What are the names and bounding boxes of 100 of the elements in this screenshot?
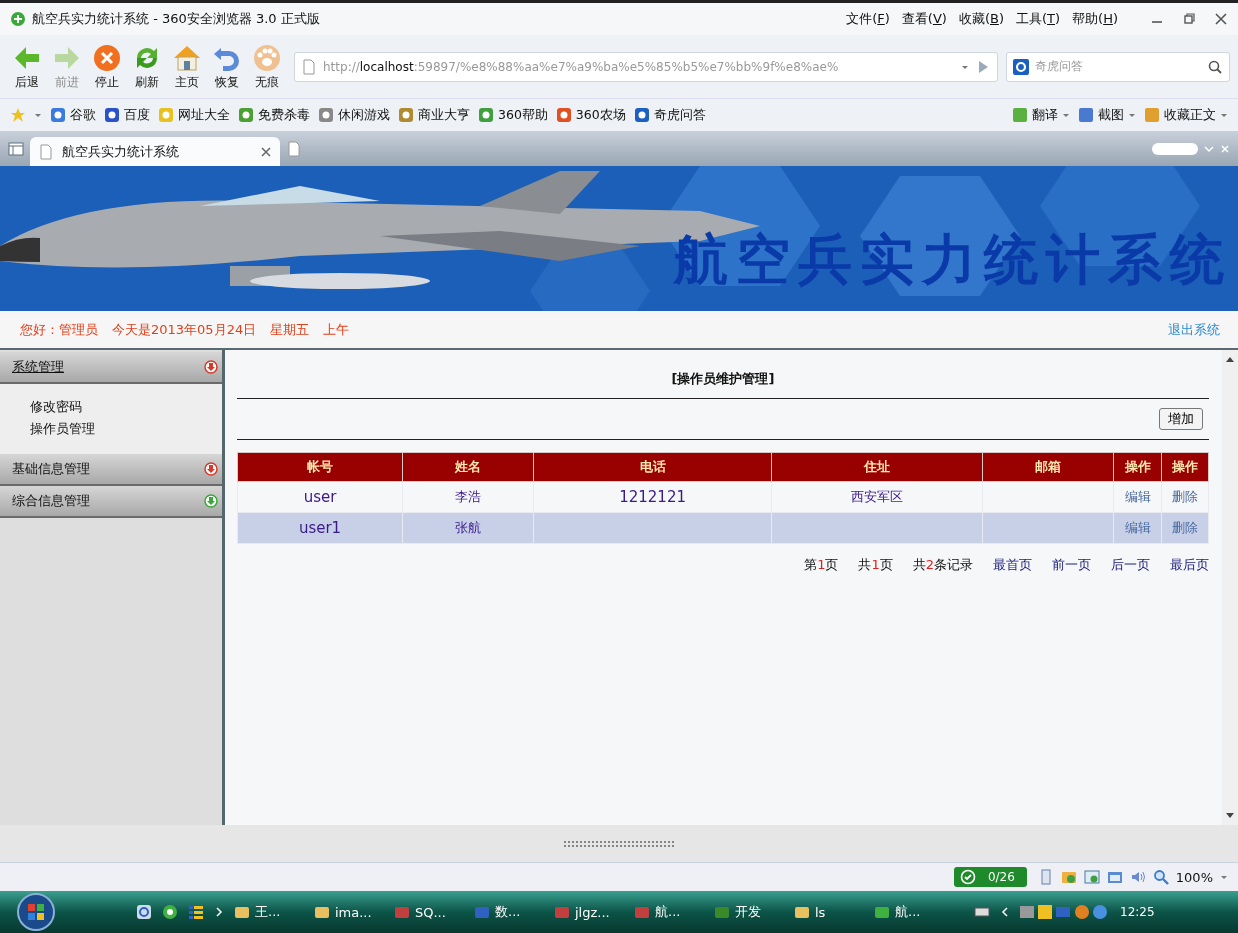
search-engine-icon[interactable] xyxy=(1013,58,1029,75)
page-link[interactable]: 后一页 xyxy=(1111,556,1150,574)
bookmark-link[interactable]: 360帮助 xyxy=(478,106,548,124)
sidebar-group-header[interactable]: 综合信息管理 xyxy=(0,486,222,518)
back-button[interactable]: 后退 xyxy=(8,42,46,91)
menu-item[interactable]: 查看(V) xyxy=(901,10,947,28)
taskbar-item[interactable]: ima... xyxy=(314,904,384,920)
page-link[interactable]: 最首页 xyxy=(993,556,1032,574)
new-tab-icon[interactable] xyxy=(286,140,302,157)
site-icon xyxy=(50,107,66,123)
stop-button[interactable]: 停止 xyxy=(88,42,126,91)
scroll-down-icon[interactable] xyxy=(1226,813,1234,819)
logout-link[interactable]: 退出系统 xyxy=(1168,320,1220,339)
sidebar-group-header[interactable]: 基础信息管理 xyxy=(0,454,222,486)
weekday-text: 星期五 xyxy=(270,320,310,339)
address-bar[interactable]: http://localhost:59897/%e8%88%aa%e7%a9%ba%e5%85%b5%e7%bb%9f%e8%ae% xyxy=(294,51,998,82)
bookmark-link[interactable]: 商业大亨 xyxy=(398,106,470,124)
column-header: 操作 xyxy=(1161,452,1209,482)
scroll-up-icon[interactable] xyxy=(1226,356,1234,362)
sidebar-group-header[interactable]: 系统管理 xyxy=(0,352,222,384)
column-header: 邮箱 xyxy=(982,452,1114,482)
tool-button[interactable]: 收藏正文 xyxy=(1144,106,1228,124)
page-heading: [操作员维护管理] xyxy=(670,370,776,388)
zoom-level[interactable]: 100% xyxy=(1175,869,1213,885)
table-row[interactable]: user1 张航 编辑 删除 xyxy=(237,512,1209,544)
window-icon[interactable] xyxy=(1083,869,1100,885)
bookmark-link[interactable]: 360农场 xyxy=(555,106,626,124)
incognito-button[interactable]: 无痕 xyxy=(248,42,286,91)
sidebar-item[interactable]: 修改密码 xyxy=(30,398,192,416)
app-icon xyxy=(794,904,810,920)
site-icon xyxy=(104,107,120,123)
taskbar-item[interactable]: SQ... xyxy=(394,904,464,920)
table-cell: 李浩 xyxy=(455,489,482,504)
restore-icon[interactable] xyxy=(1182,12,1196,26)
menu-item[interactable]: 收藏(B) xyxy=(958,10,1004,28)
zoom-icon[interactable] xyxy=(1152,869,1169,885)
table-row[interactable]: user 李浩 1212121 西安军区 编辑 删除 xyxy=(237,481,1209,513)
page-icon xyxy=(301,58,317,75)
expand-icon[interactable] xyxy=(204,462,218,476)
bookmark-link[interactable]: 谷歌 xyxy=(50,106,96,124)
scrollbar[interactable] xyxy=(1222,350,1238,825)
list-icon[interactable] xyxy=(188,904,204,920)
stop-icon xyxy=(91,42,123,74)
tray-icons-drawing[interactable] xyxy=(1020,904,1110,920)
start-button[interactable] xyxy=(16,892,56,932)
tool-button[interactable]: 翻译 xyxy=(1012,106,1070,124)
menu-item[interactable]: 文件(F) xyxy=(846,10,890,28)
bookmark-link[interactable]: 网址大全 xyxy=(158,106,230,124)
taskbar-item[interactable]: jlgz... xyxy=(554,904,624,920)
speaker-icon[interactable] xyxy=(1129,869,1146,885)
download-folder-icon[interactable] xyxy=(1060,869,1077,885)
taskbar-item[interactable]: 航... xyxy=(874,903,944,921)
app-icon xyxy=(314,904,330,920)
bookmark-link[interactable]: 免费杀毒 xyxy=(238,106,310,124)
sidebar-item[interactable]: 操作员管理 xyxy=(30,420,192,438)
counter-badge[interactable]: 0/26 xyxy=(953,867,1027,887)
browser-icon[interactable] xyxy=(162,904,178,920)
taskbar-item[interactable]: 开发 xyxy=(714,903,784,921)
column-header: 电话 xyxy=(533,452,772,482)
restore-button[interactable]: 恢复 xyxy=(208,42,246,91)
site-icon xyxy=(478,107,494,123)
keyboard-icon[interactable] xyxy=(974,904,990,920)
bookmark-link[interactable]: 百度 xyxy=(104,106,150,124)
table-cell: 1212121 xyxy=(619,488,686,506)
caret-icon[interactable] xyxy=(1220,873,1228,881)
search-icon[interactable] xyxy=(1207,58,1223,75)
site-icon xyxy=(398,107,414,123)
page-link[interactable]: 最后页 xyxy=(1170,556,1209,574)
expand-icon[interactable] xyxy=(204,360,218,374)
taskbar-item[interactable]: 数... xyxy=(474,903,544,921)
grip-handle-icon[interactable] xyxy=(563,839,675,848)
bookmark-link[interactable]: 奇虎问答 xyxy=(633,106,706,124)
add-button[interactable]: 增加 xyxy=(1159,408,1203,430)
app-icon xyxy=(394,904,410,920)
close-icon[interactable] xyxy=(1214,12,1228,26)
table-cell: 西安军区 xyxy=(850,489,903,504)
chevron-left-icon[interactable] xyxy=(1000,907,1010,917)
menu-item[interactable]: 帮助(H) xyxy=(1072,10,1118,28)
bookmark-link[interactable]: 休闲游戏 xyxy=(318,106,390,124)
table-cell: user xyxy=(303,488,337,506)
expand-icon[interactable] xyxy=(204,494,218,508)
app-icon xyxy=(234,904,250,920)
window-icon[interactable] xyxy=(1106,869,1123,885)
column-header: 帐号 xyxy=(237,452,403,482)
tool-button[interactable]: 截图 xyxy=(1078,106,1136,124)
tool-icon xyxy=(1144,107,1160,123)
refresh-button[interactable]: 刷新 xyxy=(128,42,166,91)
page-link[interactable]: 前一页 xyxy=(1052,556,1091,574)
browser-tab[interactable]: 航空兵实力统计系统 xyxy=(30,137,280,166)
menu-item[interactable]: 工具(T) xyxy=(1015,10,1061,28)
taskbar-item[interactable]: ls xyxy=(794,904,864,920)
sidebar-toggle-icon[interactable] xyxy=(8,140,24,157)
close-icon[interactable] xyxy=(260,145,272,158)
taskbar-item[interactable]: 航... xyxy=(634,903,704,921)
favorites-star-icon[interactable] xyxy=(10,107,26,123)
home-button[interactable]: 主页 xyxy=(168,42,206,91)
chevron-right-icon[interactable] xyxy=(214,907,224,917)
table-cell: 张航 xyxy=(455,520,482,535)
taskbar-item[interactable]: 王... xyxy=(234,903,304,921)
caret-icon[interactable] xyxy=(34,111,42,119)
